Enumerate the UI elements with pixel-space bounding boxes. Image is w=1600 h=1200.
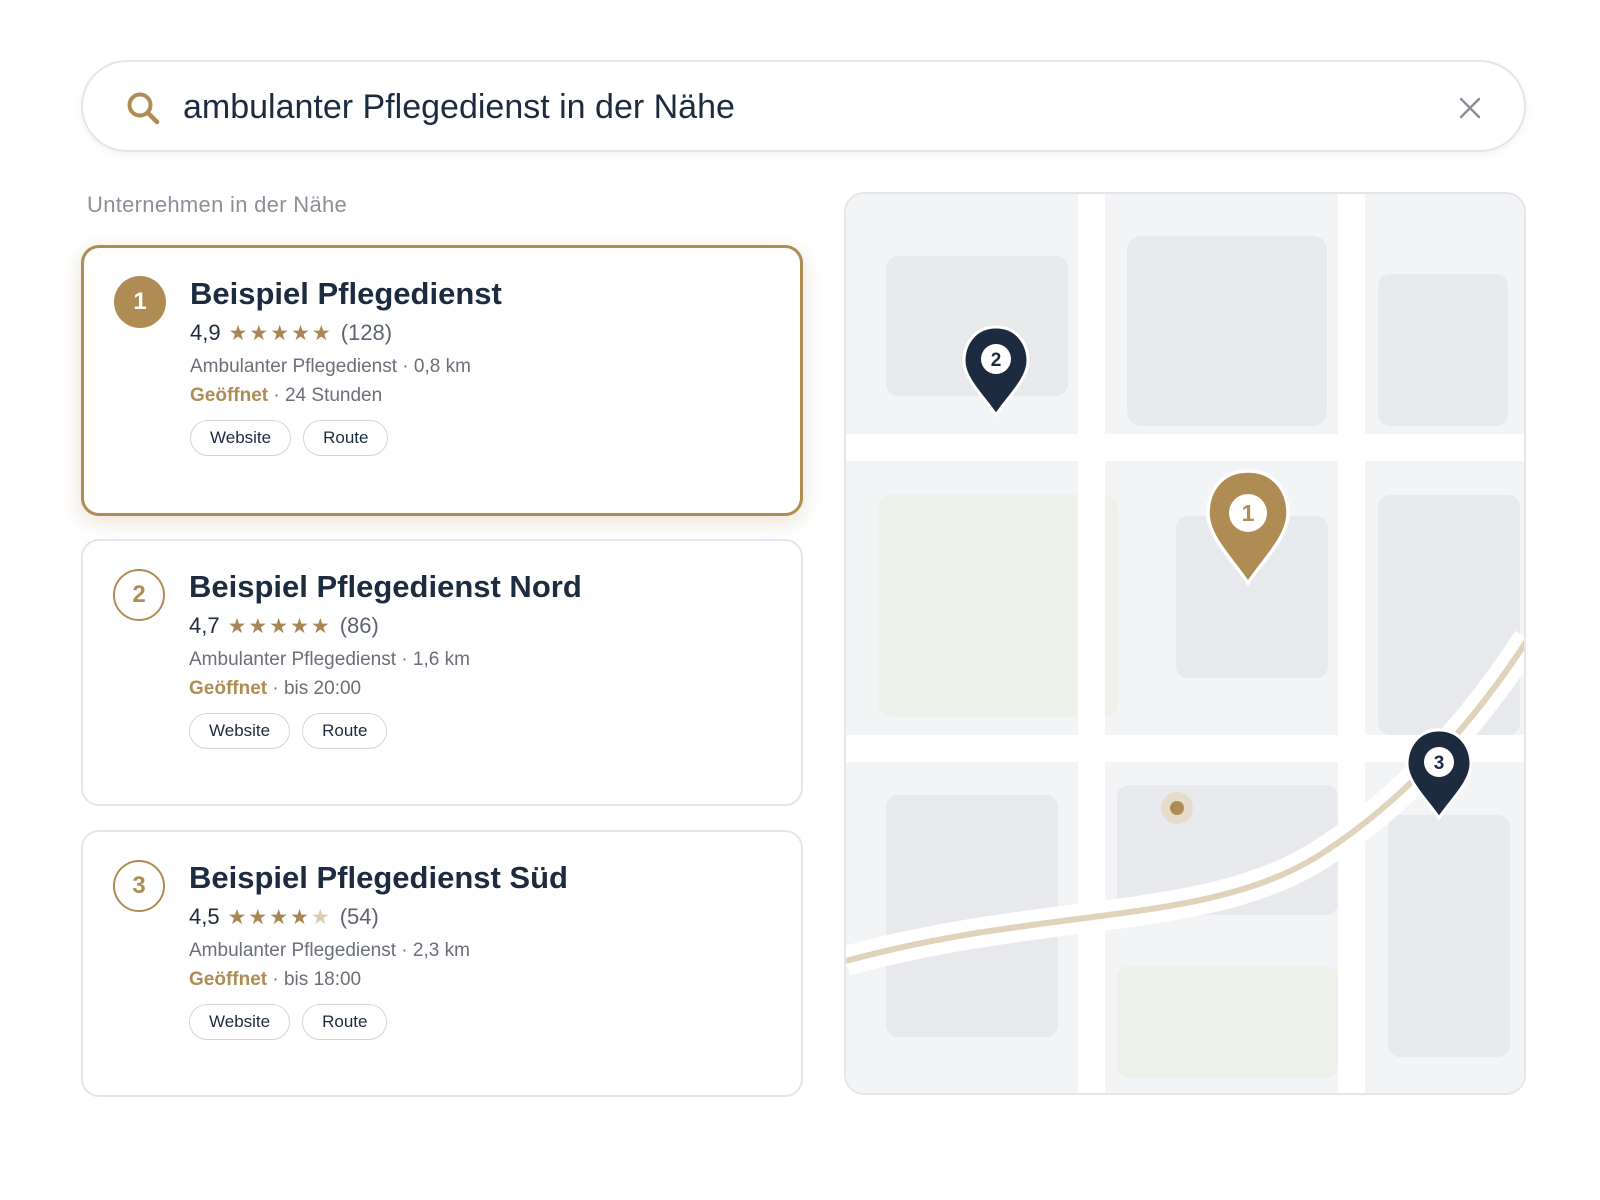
rating-row: 4,5 ★★★★★ (54) — [189, 904, 379, 930]
result-number-badge: 3 — [113, 860, 165, 912]
rating-stars: ★★★★★ — [229, 321, 333, 346]
map-canvas[interactable]: 2 1 3 — [846, 194, 1526, 1095]
map-block — [1127, 236, 1327, 426]
action-buttons: Website Route — [189, 1004, 388, 1040]
map-pin-label: 2 — [991, 350, 1002, 371]
star-icon: ★ — [290, 905, 311, 929]
star-icon: ★ — [269, 614, 291, 638]
opening-hours: Geöffnet · bis 20:00 — [189, 678, 361, 700]
business-name[interactable]: Beispiel Pflegedienst Süd — [189, 860, 568, 896]
star-icon: ★ — [310, 905, 332, 929]
result-card-2[interactable]: 2 Beispiel Pflegedienst Nord 4,7 ★★★★★ (… — [81, 539, 803, 806]
map-pin-label: 3 — [1434, 753, 1445, 774]
review-count[interactable]: (128) — [341, 320, 392, 346]
star-icon: ★ — [228, 321, 250, 345]
result-number-badge: 1 — [114, 276, 166, 328]
business-name[interactable]: Beispiel Pflegedienst — [190, 276, 502, 312]
result-number-badge: 2 — [113, 569, 165, 621]
search-bar[interactable] — [81, 60, 1526, 152]
result-card-3[interactable]: 3 Beispiel Pflegedienst Süd 4,5 ★★★★★ (5… — [81, 830, 803, 1097]
rating-stars: ★★★★★ — [228, 614, 332, 639]
rating-row: 4,7 ★★★★★ (86) — [189, 613, 379, 639]
star-icon: ★ — [248, 614, 270, 638]
star-icon: ★ — [290, 614, 311, 638]
website-button[interactable]: Website — [189, 1004, 291, 1040]
route-button[interactable]: Route — [302, 1004, 388, 1040]
website-button[interactable]: Website — [189, 713, 291, 749]
map-street — [846, 434, 1524, 461]
opening-hours: Geöffnet · bis 18:00 — [189, 969, 361, 991]
star-icon: ★ — [227, 905, 249, 929]
search-icon — [127, 92, 160, 125]
opening-hours: Geöffnet · 24 Stunden — [190, 385, 382, 407]
rating-value: 4,5 — [189, 904, 220, 929]
action-buttons: Website Route — [189, 713, 388, 749]
star-icon: ★ — [270, 321, 292, 345]
map-street — [1078, 194, 1105, 1093]
map-block — [1378, 274, 1508, 426]
open-status: Geöffnet — [190, 385, 269, 406]
review-count[interactable]: (86) — [340, 613, 379, 639]
current-location-icon — [1170, 801, 1184, 815]
map-view[interactable]: 2 1 3 — [844, 192, 1526, 1095]
rating-value: 4,9 — [190, 320, 221, 345]
map-park — [1117, 966, 1338, 1078]
section-title: Unternehmen in der Nähe — [87, 192, 348, 217]
star-icon: ★ — [249, 321, 271, 345]
hours-text: · bis 20:00 — [267, 678, 362, 699]
review-count[interactable]: (54) — [340, 904, 379, 930]
route-button[interactable]: Route — [302, 713, 388, 749]
open-status: Geöffnet — [189, 678, 268, 699]
hours-text: · bis 18:00 — [267, 969, 362, 990]
website-button[interactable]: Website — [190, 420, 292, 456]
business-name[interactable]: Beispiel Pflegedienst Nord — [189, 569, 582, 605]
search-input[interactable] — [183, 84, 1383, 130]
star-icon: ★ — [269, 905, 291, 929]
business-meta: Ambulanter Pflegedienst · 0,8 km — [190, 356, 471, 377]
open-status: Geöffnet — [189, 969, 268, 990]
hours-text: · 24 Stunden — [268, 385, 383, 406]
action-buttons: Website Route — [190, 420, 389, 456]
business-meta: Ambulanter Pflegedienst · 1,6 km — [189, 649, 470, 670]
rating-row: 4,9 ★★★★★ (128) — [190, 320, 392, 346]
star-icon: ★ — [291, 321, 312, 345]
close-icon[interactable] — [1458, 96, 1482, 120]
map-block — [1388, 815, 1510, 1057]
map-street — [1338, 194, 1365, 1093]
rating-value: 4,7 — [189, 613, 220, 638]
star-icon: ★ — [310, 614, 332, 638]
business-meta: Ambulanter Pflegedienst · 2,3 km — [189, 940, 470, 961]
star-icon: ★ — [311, 321, 333, 345]
star-icon: ★ — [248, 905, 270, 929]
result-card-1[interactable]: 1 Beispiel Pflegedienst 4,9 ★★★★★ (128) … — [81, 245, 803, 516]
star-icon: ★ — [227, 614, 249, 638]
route-button[interactable]: Route — [303, 420, 389, 456]
rating-stars: ★★★★★ — [228, 905, 332, 930]
map-pin-label: 1 — [1242, 500, 1255, 526]
